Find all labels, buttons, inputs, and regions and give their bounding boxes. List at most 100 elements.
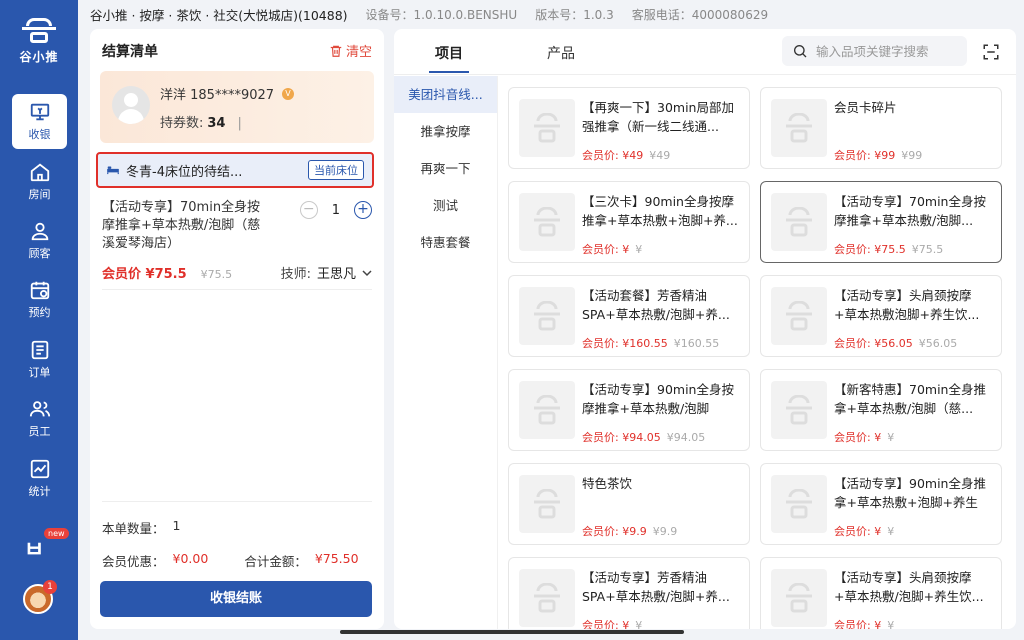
quantity-stepper: − 1 +	[299, 201, 372, 219]
sidebar-item-orders[interactable]: 订单	[12, 332, 67, 387]
total-label: 合计金额：	[244, 554, 307, 569]
sidebar-item-label: 房间	[28, 188, 51, 201]
product-name: 【活动专享】90min全身推拿+草本热敷+泡脚+养生饮...	[834, 476, 986, 510]
product-orig-price: ¥9.9	[652, 525, 678, 538]
catalog-panel: 项目 产品 美团抖音线... 推拿按摩 再爽一下 测试 特惠套餐 【再爽一下】3…	[394, 29, 1016, 629]
sidebar-item-staff[interactable]: 员工	[12, 391, 67, 446]
product-card[interactable]: 【三次卡】90min全身按摩推拿+草本热敷+泡脚+养... 会员价: ¥ ¥	[508, 181, 750, 263]
user-icon	[31, 222, 48, 241]
logo-icon	[22, 18, 56, 44]
promo-icon: ㅂ	[24, 538, 45, 563]
checkout-title: 结算清单	[102, 44, 158, 60]
new-badge: new	[44, 528, 69, 539]
product-card-selected[interactable]: 【活动专享】70min全身按摩推拿+草本热敷/泡脚... 会员价: ¥75.5 ¥…	[760, 181, 1002, 263]
category-item[interactable]: 美团抖音线...	[394, 76, 497, 113]
product-card[interactable]: 【活动专享】芳香精油SPA+草本热敷/泡脚+养... 会员价: ¥ ¥	[508, 557, 750, 629]
promo-entry[interactable]: ㅂ new	[20, 528, 69, 566]
total-value: ¥75.50	[314, 551, 359, 566]
sidebar-item-customers[interactable]: 顾客	[12, 213, 67, 268]
chart-icon	[30, 459, 49, 479]
product-card[interactable]: 【新客特惠】70min全身推拿+草本热敷/泡脚（慈... 会员价: ¥ ¥	[760, 369, 1002, 451]
sidebar-item-label: 订单	[28, 366, 51, 379]
discount-label: 会员优惠：	[102, 554, 165, 569]
search-icon	[794, 45, 807, 58]
product-thumb	[519, 475, 575, 533]
product-card[interactable]: 【活动专享】头肩颈按摩+草本热敷泡脚+养生饮... 会员价: ¥56.05 ¥56…	[760, 275, 1002, 357]
checkout-button[interactable]: 收银结账	[100, 581, 372, 617]
discount-value: ¥0.00	[172, 551, 209, 566]
product-card[interactable]: 会员卡碎片 会员价: ¥99 ¥99	[760, 87, 1002, 169]
product-card[interactable]: 【活动专享】90min全身按摩推拿+草本热敷/泡脚+养... 会员价: ¥94.…	[508, 369, 750, 451]
product-orig-price: ¥160.55	[673, 337, 720, 350]
sidebar-item-label: 预约	[28, 306, 51, 319]
coupon-count: 34	[207, 116, 226, 131]
product-card[interactable]: 【再爽一下】30min局部加强推拿（新一线二线通... 会员价: ¥49 ¥49	[508, 87, 750, 169]
home-indicator[interactable]	[340, 630, 684, 634]
sidebar-item-booking[interactable]: 预约	[12, 272, 67, 327]
product-card[interactable]: 【活动套餐】芳香精油SPA+草本热敷/泡脚+养... 会员价: ¥160.55 ¥…	[508, 275, 750, 357]
search-input[interactable]	[816, 43, 956, 59]
count-value: 1	[172, 518, 181, 533]
current-bed-bar[interactable]: 冬青-4床位的待结... 当前床位	[96, 152, 374, 188]
member-separator: |	[237, 116, 242, 131]
chevron-down-icon	[362, 269, 372, 276]
product-name: 【三次卡】90min全身按摩推拿+草本热敷+泡脚+养...	[582, 194, 738, 228]
sidebar-item-cashier[interactable]: 收银	[12, 94, 67, 149]
search-box	[782, 36, 967, 66]
sidebar-item-label: 顾客	[28, 247, 51, 260]
product-orig-price: ¥	[887, 525, 895, 538]
product-card[interactable]: 【活动专享】90min全身推拿+草本热敷+泡脚+养生饮... 会员价: ¥ ¥	[760, 463, 1002, 545]
store-name: 谷小推 · 按摩 · 茶饮 · 社交(大悦城店)(10488)	[90, 7, 348, 23]
bed-text: 冬青-4床位的待结...	[126, 164, 243, 180]
product-name: 【活动套餐】芳香精油SPA+草本热敷/泡脚+养...	[582, 288, 730, 322]
category-item[interactable]: 测试	[394, 187, 497, 224]
product-thumb	[771, 193, 827, 251]
product-name: 特色茶饮	[582, 476, 633, 491]
technician-name: 王思凡	[316, 267, 356, 282]
logo-placeholder-icon	[534, 489, 560, 519]
technician-selector[interactable]: 技师: 王思凡	[281, 263, 372, 282]
increase-button[interactable]: +	[354, 201, 372, 219]
current-bed-badge[interactable]: 当前床位	[308, 160, 364, 180]
coupon-label: 持券数:	[160, 116, 204, 131]
product-card[interactable]: 特色茶饮 会员价: ¥9.9 ¥9.9	[508, 463, 750, 545]
product-name: 会员卡碎片	[834, 100, 897, 115]
product-orig-price: ¥	[887, 619, 895, 629]
category-item[interactable]: 推拿按摩	[394, 113, 497, 150]
sidebar-item-stats[interactable]: 统计	[12, 451, 67, 506]
product-price: 会员价: ¥	[834, 525, 882, 538]
product-price: 会员价: ¥	[582, 619, 630, 629]
decrease-button[interactable]: −	[299, 201, 318, 219]
product-price: 会员价: ¥	[582, 243, 630, 256]
operator-avatar[interactable]: 1	[23, 580, 57, 614]
count-label: 本单数量：	[102, 521, 165, 536]
member-avatar	[112, 86, 150, 124]
sidebar-item-rooms[interactable]: 房间	[12, 154, 67, 209]
member-card[interactable]: 洋洋 185****9027 V 持券数: 34 |	[100, 71, 374, 143]
product-name: 【活动专享】芳香精油SPA+草本热敷/泡脚+养...	[582, 570, 730, 604]
product-thumb	[771, 287, 827, 345]
product-thumb	[519, 99, 575, 157]
product-price: 会员价: ¥49	[582, 149, 644, 162]
scan-icon[interactable]	[982, 43, 1000, 61]
product-price: 会员价: ¥56.05	[834, 337, 913, 350]
bed-icon	[107, 166, 119, 175]
product-name: 【活动专享】头肩颈按摩+草本热敷泡脚+养生饮...	[834, 288, 980, 322]
product-thumb	[519, 287, 575, 345]
status-bar: 谷小推 · 按摩 · 茶饮 · 社交(大悦城店)(10488) 设备号：1.0.…	[78, 0, 1024, 28]
product-name: 【活动专享】90min全身按摩推拿+草本热敷/泡脚+养...	[582, 382, 734, 416]
category-item[interactable]: 特惠套餐	[394, 224, 497, 261]
product-card[interactable]: 【活动专享】头肩颈按摩+草本热敷/泡脚+养生饮... 会员价: ¥ ¥	[760, 557, 1002, 629]
clear-button[interactable]: 清空	[329, 41, 372, 60]
catalog-tabs: 项目 产品	[394, 29, 1016, 75]
tab-products[interactable]: 产品	[547, 43, 575, 63]
notification-badge: 1	[43, 580, 57, 594]
device-number: 设备号：1.0.10.0.BENSHU	[365, 7, 518, 22]
product-price: 会员价: ¥160.55	[582, 337, 668, 350]
logo-placeholder-icon	[786, 395, 812, 425]
clear-label: 清空	[345, 45, 372, 60]
tab-projects[interactable]: 项目	[429, 43, 469, 73]
category-item[interactable]: 再爽一下	[394, 150, 497, 187]
product-orig-price: ¥	[635, 243, 643, 256]
product-price: 会员价: ¥9.9	[582, 525, 647, 538]
